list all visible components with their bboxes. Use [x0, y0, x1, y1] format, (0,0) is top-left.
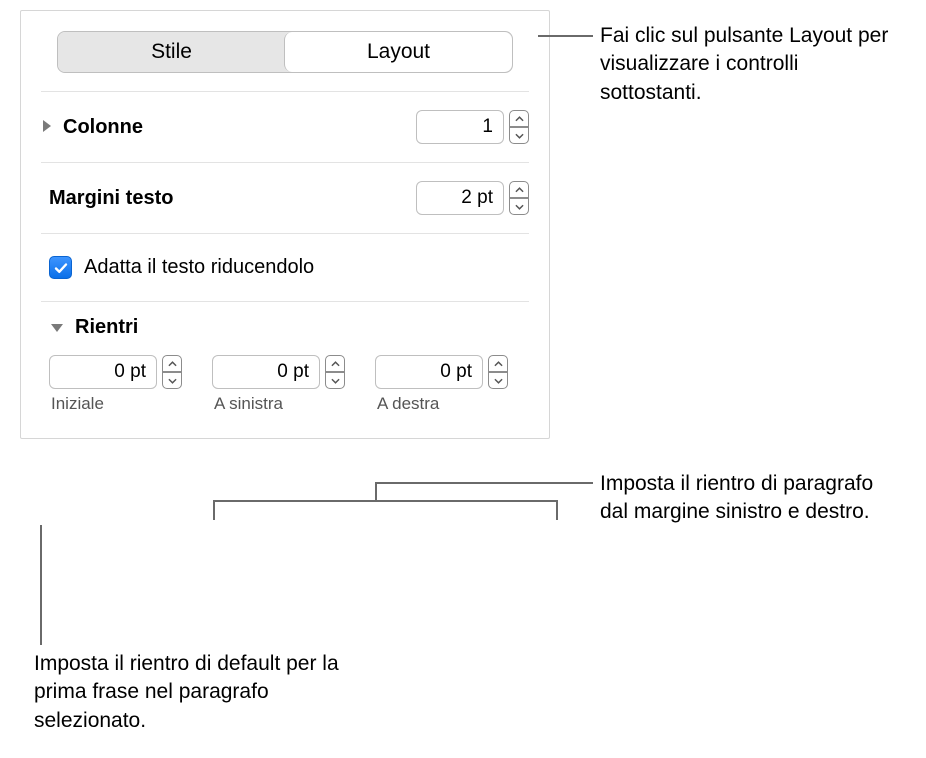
- callout-line: [538, 35, 593, 37]
- indent-right-label: A destra: [375, 394, 508, 414]
- columns-step-down[interactable]: [509, 127, 529, 144]
- indent-right-stepper: [375, 355, 508, 389]
- shrink-text-checkbox[interactable]: [49, 256, 72, 279]
- indent-right-step-up[interactable]: [488, 355, 508, 372]
- indent-first-step-up[interactable]: [162, 355, 182, 372]
- chevron-down-icon: [331, 378, 340, 384]
- chevron-up-icon: [494, 361, 503, 367]
- chevron-up-icon: [331, 361, 340, 367]
- indent-right-step-down[interactable]: [488, 372, 508, 389]
- text-margins-step-down[interactable]: [509, 198, 529, 215]
- chevron-up-icon: [515, 116, 524, 122]
- callout-line: [375, 482, 593, 484]
- columns-stepper-buttons: [509, 110, 529, 144]
- chevron-down-icon: [168, 378, 177, 384]
- layout-panel: Stile Layout Colonne Margini testo: [20, 10, 550, 439]
- callout-first-line: Imposta il rientro di default per la pri…: [34, 650, 354, 735]
- chevron-up-icon: [515, 187, 524, 193]
- chevron-right-icon[interactable]: [43, 116, 63, 139]
- chevron-down-icon[interactable]: [51, 316, 75, 339]
- indent-first-stepper-buttons: [162, 355, 182, 389]
- columns-row: Colonne: [21, 92, 549, 162]
- chevron-down-icon: [515, 204, 524, 210]
- text-margins-row: Margini testo: [21, 163, 549, 233]
- indent-left-label: A sinistra: [212, 394, 345, 414]
- text-margins-stepper: [416, 181, 529, 215]
- indents-label: Rientri: [75, 316, 138, 339]
- indent-left-step-up[interactable]: [325, 355, 345, 372]
- callout-line: [556, 500, 558, 520]
- indents-header: Rientri: [21, 302, 549, 339]
- callout-line: [375, 482, 377, 501]
- callout-layout-button: Fai clic sul pulsante Layout per visuali…: [600, 22, 890, 107]
- indent-left-stepper-buttons: [325, 355, 345, 389]
- indent-first-label: Iniziale: [49, 394, 182, 414]
- text-margins-input[interactable]: [416, 181, 504, 215]
- indent-right-stepper-buttons: [488, 355, 508, 389]
- indent-left-stepper: [212, 355, 345, 389]
- indent-right-column: A destra: [375, 355, 508, 414]
- callout-line: [213, 500, 557, 502]
- indent-left-step-down[interactable]: [325, 372, 345, 389]
- text-margins-stepper-buttons: [509, 181, 529, 215]
- columns-step-up[interactable]: [509, 110, 529, 127]
- indent-first-stepper: [49, 355, 182, 389]
- indent-left-input[interactable]: [212, 355, 320, 389]
- tab-layout[interactable]: Layout: [284, 32, 512, 72]
- columns-input[interactable]: [416, 110, 504, 144]
- indent-controls: Iniziale A sinistra A destra: [21, 339, 549, 418]
- tabs-segmented: Stile Layout: [57, 31, 513, 73]
- tab-style-label: Stile: [151, 40, 192, 64]
- chevron-down-icon: [515, 133, 524, 139]
- indent-right-input[interactable]: [375, 355, 483, 389]
- indent-first-step-down[interactable]: [162, 372, 182, 389]
- text-margins-label: Margini testo: [49, 187, 416, 210]
- indent-first-column: Iniziale: [49, 355, 182, 414]
- chevron-down-icon: [494, 378, 503, 384]
- checkmark-icon: [53, 260, 69, 276]
- shrink-text-label: Adatta il testo riducendolo: [84, 256, 314, 279]
- indent-left-column: A sinistra: [212, 355, 345, 414]
- callout-left-right: Imposta il rientro di paragrafo dal marg…: [600, 470, 900, 527]
- shrink-text-row: Adatta il testo riducendolo: [21, 234, 549, 301]
- tab-style[interactable]: Stile: [58, 32, 285, 72]
- chevron-up-icon: [168, 361, 177, 367]
- tab-layout-label: Layout: [367, 40, 430, 64]
- text-margins-step-up[interactable]: [509, 181, 529, 198]
- callout-line: [213, 500, 215, 520]
- indent-first-input[interactable]: [49, 355, 157, 389]
- columns-stepper: [416, 110, 529, 144]
- columns-label: Colonne: [63, 116, 416, 139]
- callout-line: [40, 525, 42, 645]
